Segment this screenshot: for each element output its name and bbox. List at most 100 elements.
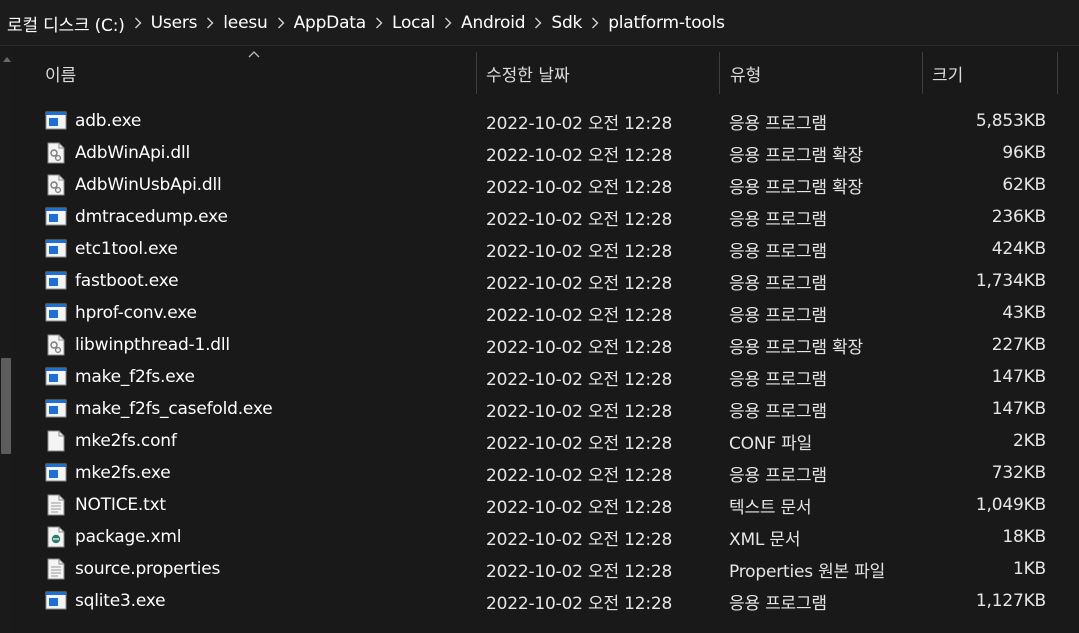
file-name[interactable]: etc1tool.exe xyxy=(47,233,467,265)
file-name[interactable]: adb.exe xyxy=(47,105,467,137)
file-modified-date: 2022-10-02 오전 12:28 xyxy=(486,529,673,550)
file-size: 5,853KB xyxy=(975,111,1046,131)
chevron-right-icon[interactable] xyxy=(435,0,461,46)
file-name[interactable]: libwinpthread-1.dll xyxy=(47,329,467,361)
breadcrumb-item-user[interactable]: leesu xyxy=(223,13,267,33)
file-name-text: package.xml xyxy=(75,527,182,547)
file-row[interactable]: libwinpthread-1.dll 2022-10-02 오전 12:28 응용… xyxy=(14,329,1079,361)
chevron-right-icon[interactable] xyxy=(582,0,608,46)
file-size: 43KB xyxy=(1002,303,1046,323)
file-name-text: libwinpthread-1.dll xyxy=(75,335,230,355)
chevron-right-icon[interactable] xyxy=(268,0,294,46)
file-row[interactable]: mke2fs.exe 2022-10-02 오전 12:28 응용 프로그램 732K… xyxy=(14,457,1079,489)
file-modified-date: 2022-10-02 오전 12:28 xyxy=(486,145,673,166)
file-name[interactable]: make_f2fs_casefold.exe xyxy=(47,393,467,425)
breadcrumb-item-platform-tools[interactable]: platform-tools xyxy=(608,13,725,33)
file-row[interactable]: dmtracedump.exe 2022-10-02 오전 12:28 응용 프로그… xyxy=(14,201,1079,233)
scrollbar-thumb[interactable] xyxy=(1,358,11,454)
file-name-text: AdbWinUsbApi.dll xyxy=(75,175,222,195)
file-name-text: make_f2fs_casefold.exe xyxy=(75,399,273,419)
chevron-right-icon[interactable] xyxy=(125,0,151,46)
file-name[interactable]: dmtracedump.exe xyxy=(47,201,467,233)
file-row[interactable]: adb.exe 2022-10-02 오전 12:28 응용 프로그램 5,853KB xyxy=(14,105,1079,137)
file-name[interactable]: sqlite3.exe xyxy=(47,585,467,617)
address-bar[interactable]: 로컬 디스크 (C:) Users leesu AppData Local An… xyxy=(0,0,1079,46)
file-name-text: NOTICE.txt xyxy=(75,495,166,515)
column-header-name-label: 이름 xyxy=(45,65,77,86)
file-name[interactable]: fastboot.exe xyxy=(47,265,467,297)
file-modified-date: 2022-10-02 오전 12:28 xyxy=(486,561,673,582)
breadcrumb-item-local[interactable]: Local xyxy=(392,13,435,33)
file-size: 227KB xyxy=(991,335,1046,355)
file-name-text: fastboot.exe xyxy=(75,271,179,291)
file-size: 1,127KB xyxy=(975,591,1046,611)
file-modified-date: 2022-10-02 오전 12:28 xyxy=(486,241,673,262)
breadcrumb-item-users[interactable]: Users xyxy=(151,13,198,33)
file-size: 147KB xyxy=(991,399,1046,419)
scroll-up-arrow-icon[interactable] xyxy=(3,56,11,62)
chevron-right-icon[interactable] xyxy=(366,0,392,46)
file-name[interactable]: mke2fs.exe xyxy=(47,457,467,489)
file-row[interactable]: mke2fs.conf 2022-10-02 오전 12:28 CONF 파일 2KB xyxy=(14,425,1079,457)
file-modified-date: 2022-10-02 오전 12:28 xyxy=(486,401,673,422)
file-name-text: adb.exe xyxy=(75,111,142,131)
file-row[interactable]: sqlite3.exe 2022-10-02 오전 12:28 응용 프로그램 1,1… xyxy=(14,585,1079,617)
file-modified-date: 2022-10-02 오전 12:28 xyxy=(486,273,673,294)
file-size: 1,734KB xyxy=(975,271,1046,291)
file-name[interactable]: source.properties xyxy=(47,553,467,585)
file-name[interactable]: NOTICE.txt xyxy=(47,489,467,521)
file-size: 62KB xyxy=(1002,175,1046,195)
column-header-row: 이름 수정한 날짜 유형 크기 xyxy=(14,46,1079,100)
file-name[interactable]: make_f2fs.exe xyxy=(47,361,467,393)
file-row[interactable]: hprof-conv.exe 2022-10-02 오전 12:28 응용 프로그램… xyxy=(14,297,1079,329)
column-header-date-label: 수정한 날짜 xyxy=(486,65,570,86)
file-row[interactable]: package.xml 2022-10-02 오전 12:28 XML 문서 18KB xyxy=(14,521,1079,553)
file-row[interactable]: AdbWinUsbApi.dll 2022-10-02 오전 12:28 응용 프로… xyxy=(14,169,1079,201)
column-header-type[interactable]: 유형 xyxy=(720,46,922,100)
navigation-pane-scrollbar[interactable] xyxy=(0,46,14,633)
file-name[interactable]: hprof-conv.exe xyxy=(47,297,467,329)
file-name[interactable]: AdbWinApi.dll xyxy=(47,137,467,169)
file-row[interactable]: fastboot.exe 2022-10-02 오전 12:28 응용 프로그램 1,… xyxy=(14,265,1079,297)
breadcrumb-item-appdata[interactable]: AppData xyxy=(294,13,367,33)
column-divider[interactable] xyxy=(1057,52,1058,94)
file-modified-date: 2022-10-02 오전 12:28 xyxy=(486,465,673,486)
file-modified-date: 2022-10-02 오전 12:28 xyxy=(486,209,673,230)
file-name-text: mke2fs.exe xyxy=(75,463,171,483)
file-name[interactable]: mke2fs.conf xyxy=(47,425,467,457)
file-size: 18KB xyxy=(1002,527,1046,547)
column-header-size-label: 크기 xyxy=(932,65,964,86)
breadcrumb-item-sdk[interactable]: Sdk xyxy=(551,13,582,33)
file-size: 732KB xyxy=(991,463,1046,483)
file-modified-date: 2022-10-02 오전 12:28 xyxy=(486,497,673,518)
chevron-right-icon[interactable] xyxy=(197,0,223,46)
file-row[interactable]: NOTICE.txt 2022-10-02 오전 12:28 텍스트 문서 1,049… xyxy=(14,489,1079,521)
file-size: 1,049KB xyxy=(975,495,1046,515)
file-modified-date: 2022-10-02 오전 12:28 xyxy=(486,593,673,614)
file-row[interactable]: make_f2fs_casefold.exe 2022-10-02 오전 12:2… xyxy=(14,393,1079,425)
file-row[interactable]: AdbWinApi.dll 2022-10-02 오전 12:28 응용 프로그램 … xyxy=(14,137,1079,169)
file-modified-date: 2022-10-02 오전 12:28 xyxy=(486,433,673,454)
file-name-text: dmtracedump.exe xyxy=(75,207,228,227)
file-row[interactable]: etc1tool.exe 2022-10-02 오전 12:28 응용 프로그램 42… xyxy=(14,233,1079,265)
file-size: 2KB xyxy=(1012,431,1046,451)
breadcrumb: 로컬 디스크 (C:) Users leesu AppData Local An… xyxy=(0,0,725,46)
column-header-type-label: 유형 xyxy=(730,65,762,86)
chevron-right-icon[interactable] xyxy=(525,0,551,46)
file-row[interactable]: source.properties 2022-10-02 오전 12:28 Prop… xyxy=(14,553,1079,585)
column-header-date[interactable]: 수정한 날짜 xyxy=(477,46,719,100)
breadcrumb-item-drive[interactable]: 로컬 디스크 (C:) xyxy=(7,11,125,36)
file-modified-date: 2022-10-02 오전 12:28 xyxy=(486,369,673,390)
file-name-text: mke2fs.conf xyxy=(75,431,177,451)
file-name[interactable]: AdbWinUsbApi.dll xyxy=(47,169,467,201)
file-name-text: sqlite3.exe xyxy=(75,591,166,611)
column-header-name[interactable]: 이름 xyxy=(14,46,476,100)
file-row[interactable]: make_f2fs.exe 2022-10-02 오전 12:28 응용 프로그램 1… xyxy=(14,361,1079,393)
column-header-size[interactable]: 크기 xyxy=(923,46,1057,100)
breadcrumb-item-android[interactable]: Android xyxy=(461,13,526,33)
file-name-text: hprof-conv.exe xyxy=(75,303,197,323)
file-name[interactable]: package.xml xyxy=(47,521,467,553)
file-modified-date: 2022-10-02 오전 12:28 xyxy=(486,177,673,198)
file-size: 236KB xyxy=(991,207,1046,227)
file-name-text: source.properties xyxy=(75,559,221,579)
